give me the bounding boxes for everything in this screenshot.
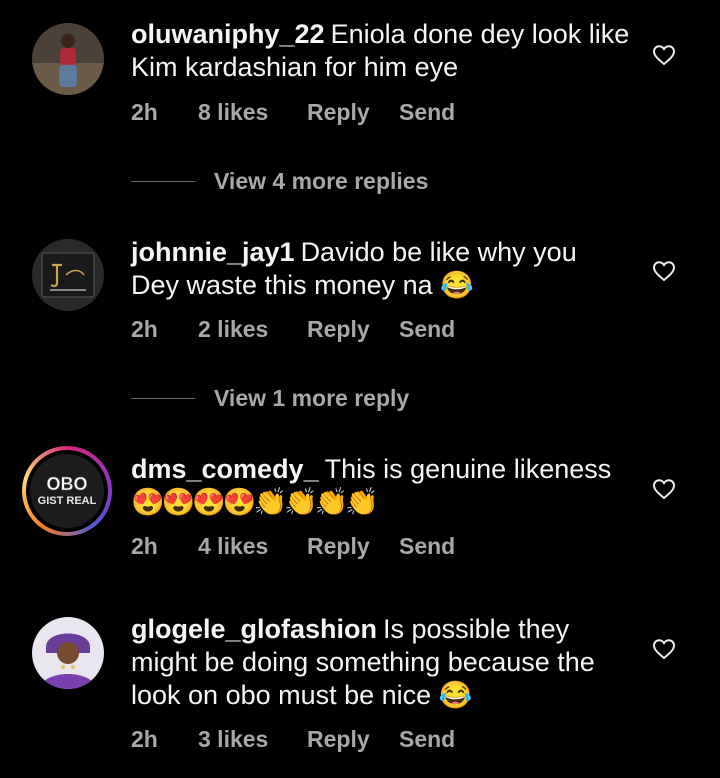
likes-count[interactable]: 2 likes xyxy=(198,316,307,343)
avatar[interactable] xyxy=(32,617,104,689)
username[interactable]: glogele_glofashion xyxy=(131,614,377,644)
username[interactable]: dms_comedy_ xyxy=(131,454,319,484)
view-more-label[interactable]: View 1 more reply xyxy=(214,385,409,412)
timestamp: 2h xyxy=(131,532,158,559)
timestamp: 2h xyxy=(131,315,158,342)
heart-icon[interactable] xyxy=(652,477,676,501)
view-more-replies[interactable]: View 4 more replies xyxy=(131,166,428,196)
comment-text: johnnie_jay1 Davido be like why you Dey w… xyxy=(131,236,631,302)
heart-icon[interactable] xyxy=(652,43,676,67)
username[interactable]: oluwaniphy_22 xyxy=(131,19,325,49)
comment-body: This is genuine likeness xyxy=(324,454,612,484)
avatar[interactable] xyxy=(32,23,104,95)
likes-count[interactable]: 3 likes xyxy=(198,726,307,753)
comment-meta: 2h 2 likes Reply Send xyxy=(131,314,455,344)
send-button[interactable]: Send xyxy=(399,316,455,343)
divider-line xyxy=(131,397,195,399)
divider-line xyxy=(131,180,195,182)
likes-count[interactable]: 8 likes xyxy=(198,99,307,126)
heart-icon[interactable] xyxy=(652,259,676,283)
comment-meta: 2h 4 likes Reply Send xyxy=(131,531,455,561)
laughing-emoji: 😂 xyxy=(440,270,474,300)
timestamp: 2h xyxy=(131,98,158,125)
emoji-row: 😍😍😍😍👏👏👏👏 xyxy=(131,487,379,517)
avatar: OBO GIST REAL xyxy=(30,454,104,528)
comment-meta: 2h 8 likes Reply Send xyxy=(131,97,455,127)
comment-text: dms_comedy_ This is genuine likeness 😍😍😍😍… xyxy=(131,453,631,519)
heart-icon[interactable] xyxy=(652,637,676,661)
comment-meta: 2h 3 likes Reply Send xyxy=(131,724,455,754)
likes-count[interactable]: 4 likes xyxy=(198,533,307,560)
laughing-emoji: 😂 xyxy=(438,680,473,710)
username[interactable]: johnnie_jay1 xyxy=(131,237,295,267)
view-more-replies[interactable]: View 1 more reply xyxy=(131,383,409,413)
view-more-label[interactable]: View 4 more replies xyxy=(214,168,428,195)
send-button[interactable]: Send xyxy=(399,99,455,126)
send-button[interactable]: Send xyxy=(399,726,455,753)
send-button[interactable]: Send xyxy=(399,533,455,560)
reply-button[interactable]: Reply xyxy=(307,316,399,343)
reply-button[interactable]: Reply xyxy=(307,99,399,126)
comment-text: oluwaniphy_22 Eniola done dey look like K… xyxy=(131,18,631,84)
reply-button[interactable]: Reply xyxy=(307,533,399,560)
timestamp: 2h xyxy=(131,725,158,752)
avatar[interactable] xyxy=(32,239,104,311)
reply-button[interactable]: Reply xyxy=(307,726,399,753)
avatar-logo-top: OBO xyxy=(46,474,87,494)
comment-text: glogele_glofashion Is possible they might… xyxy=(131,613,631,712)
story-ring-avatar[interactable]: OBO GIST REAL xyxy=(22,446,112,536)
avatar-logo-bottom: GIST REAL xyxy=(38,495,97,507)
